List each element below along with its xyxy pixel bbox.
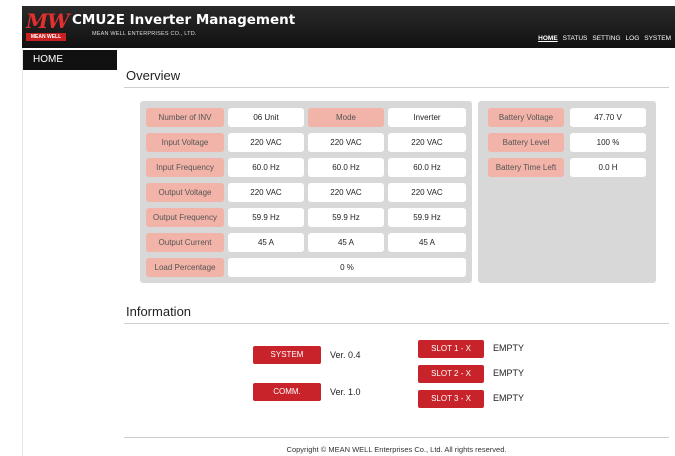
logo-subtext: MEAN WELL — [26, 33, 66, 41]
system-button[interactable]: SYSTEM — [253, 346, 321, 364]
nav-setting[interactable]: SETTING — [592, 35, 620, 42]
mode-value: Inverter — [388, 108, 466, 127]
sidebar-item-home[interactable]: HOME — [23, 50, 117, 70]
battery-level-value: 100 % — [570, 133, 646, 152]
copyright-footer: Copyright © MEAN WELL Enterprises Co., L… — [286, 445, 507, 454]
output-current-label: Output Current — [146, 233, 224, 252]
input-voltage-label: Input Voltage — [146, 133, 224, 152]
input-voltage-value-2: 220 VAC — [308, 133, 384, 152]
input-frequency-label: Input Frequency — [146, 158, 224, 177]
output-frequency-value-3: 59.9 Hz — [388, 208, 466, 227]
output-frequency-value-2: 59.9 Hz — [308, 208, 384, 227]
top-nav: HOME STATUS SETTING LOG SYSTEM — [538, 35, 671, 42]
overview-title: Overview — [126, 68, 181, 83]
input-frequency-value-1: 60.0 Hz — [228, 158, 304, 177]
mean-well-logo: MW MEAN WELL — [26, 9, 70, 44]
slot-1-status: EMPTY — [493, 343, 525, 353]
battery-level-label: Battery Level — [488, 133, 564, 152]
logo-mark: MW — [26, 9, 70, 33]
input-frequency-value-2: 60.0 Hz — [308, 158, 384, 177]
output-frequency-value-1: 59.9 Hz — [228, 208, 304, 227]
nav-system[interactable]: SYSTEM — [644, 35, 671, 42]
slot-3-status: EMPTY — [493, 393, 525, 403]
battery-panel: Battery Voltage 47.70 V Battery Level 10… — [478, 101, 656, 283]
slot-2-status: EMPTY — [493, 368, 525, 378]
inverter-panel: Number of INV 06 Unit Mode Inverter Inpu… — [140, 101, 472, 283]
load-percentage-value: 0 % — [228, 258, 466, 277]
output-frequency-label: Output Frequency — [146, 208, 224, 227]
information-title: Information — [126, 304, 192, 319]
nav-status[interactable]: STATUS — [563, 35, 588, 42]
output-current-value-3: 45 A — [388, 233, 466, 252]
load-percentage-label: Load Percentage — [146, 258, 224, 277]
output-current-value-2: 45 A — [308, 233, 384, 252]
information-divider — [124, 323, 669, 324]
company-name: MEAN WELL ENTERPRISES CO., LTD. — [92, 31, 197, 37]
output-voltage-label: Output Voltage — [146, 183, 224, 202]
slot-3-button[interactable]: SLOT 3 - X — [418, 390, 484, 408]
number-of-inv-label: Number of INV — [146, 108, 224, 127]
nav-log[interactable]: LOG — [626, 35, 640, 42]
system-version: Ver. 0.4 — [330, 350, 361, 360]
overview-divider — [124, 87, 669, 88]
output-voltage-value-1: 220 VAC — [228, 183, 304, 202]
battery-voltage-value: 47.70 V — [570, 108, 646, 127]
input-frequency-value-3: 60.0 Hz — [388, 158, 466, 177]
output-current-value-1: 45 A — [228, 233, 304, 252]
comm-button[interactable]: COMM. — [253, 383, 321, 401]
input-voltage-value-1: 220 VAC — [228, 133, 304, 152]
battery-voltage-label: Battery Voltage — [488, 108, 564, 127]
battery-time-left-value: 0.0 H — [570, 158, 646, 177]
slot-1-button[interactable]: SLOT 1 - X — [418, 340, 484, 358]
app-header: MW MEAN WELL CMU2E Inverter Management M… — [22, 6, 675, 48]
sidebar: HOME — [22, 48, 122, 456]
comm-version: Ver. 1.0 — [330, 387, 361, 397]
nav-home[interactable]: HOME — [538, 35, 558, 42]
battery-time-left-label: Battery Time Left — [488, 158, 564, 177]
output-voltage-value-2: 220 VAC — [308, 183, 384, 202]
output-voltage-value-3: 220 VAC — [388, 183, 466, 202]
input-voltage-value-3: 220 VAC — [388, 133, 466, 152]
number-of-inv-value: 06 Unit — [228, 108, 304, 127]
slot-2-button[interactable]: SLOT 2 - X — [418, 365, 484, 383]
app-title: CMU2E Inverter Management — [72, 12, 296, 28]
footer-divider — [124, 437, 669, 438]
mode-label: Mode — [308, 108, 384, 127]
